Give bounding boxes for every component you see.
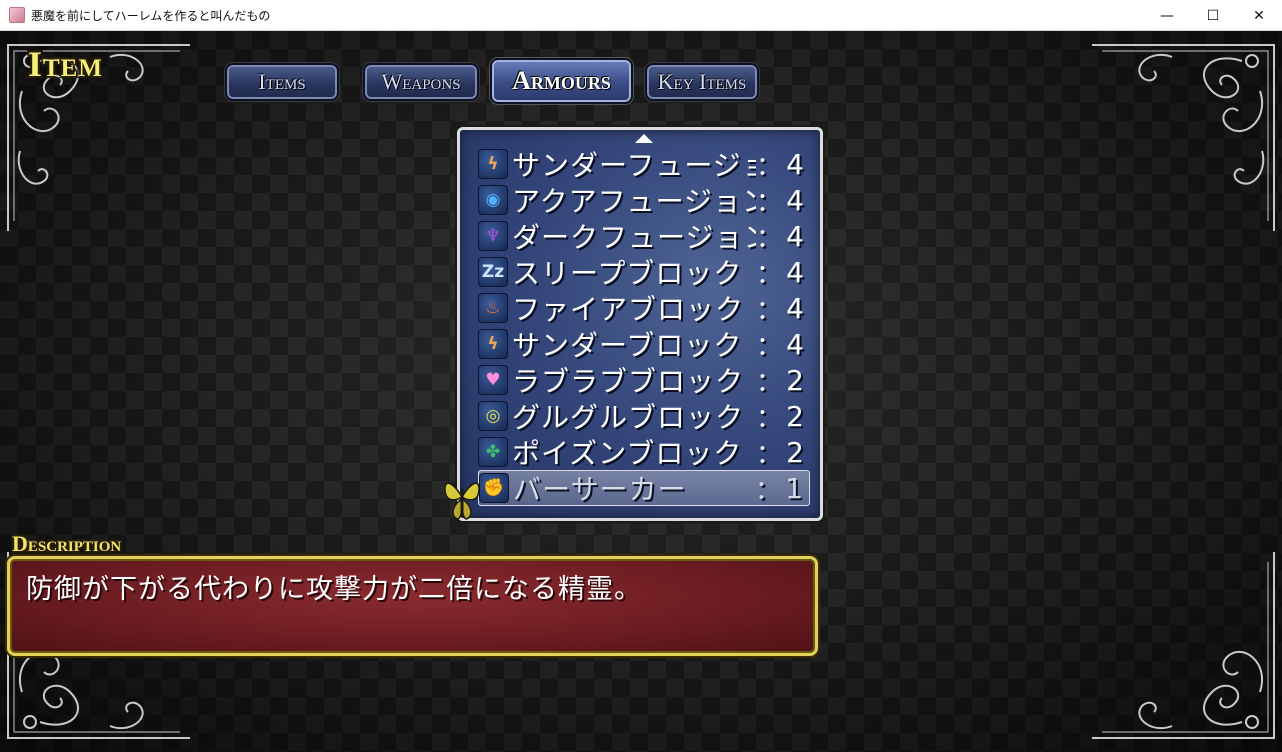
item-name: スリープブロック (512, 257, 743, 290)
item-row[interactable]: ✤ ポイズンブロック ： 2 (478, 434, 810, 470)
item-colon: ： (756, 331, 783, 362)
item-count: 4 (786, 147, 804, 181)
heart-icon: ♥ (478, 365, 508, 395)
corner-ornament-top-right-icon (1092, 44, 1275, 231)
item-row[interactable]: ϟ サンダーブロック ： 4 (478, 326, 810, 362)
window-controls: — ☐ ✕ (1144, 0, 1282, 31)
close-button[interactable]: ✕ (1236, 0, 1282, 31)
item-name: ラブラブブロック (512, 365, 745, 398)
water-icon: ◉ (478, 185, 508, 215)
description-window: 防御が下がる代わりに攻撃力が二倍になる精霊。 (7, 556, 818, 656)
thunder-icon: ϟ (478, 329, 508, 359)
item-count: 4 (786, 183, 804, 217)
item-count: 2 (786, 399, 804, 433)
item-colon: ： (756, 439, 783, 470)
item-name: サンダーブロック (512, 329, 743, 362)
description-text: 防御が下がる代わりに攻撃力が二倍になる精霊。 (26, 574, 642, 605)
item-list-window: ϟサンダーフュージョン：4◉アクアフュージョン：4♆ダークフュージョン：4Zzス… (457, 127, 823, 521)
fire-icon: ♨ (478, 293, 508, 323)
item-name: グルグルブロック (512, 401, 745, 434)
tab-items[interactable]: Items (225, 63, 339, 101)
game-screen: Item Items Weapons Armours Key Items ϟ サン… (0, 31, 1282, 752)
item-row[interactable]: ♆ ダークフュージョン： 4 (478, 218, 810, 254)
scene-title: Item (28, 44, 103, 84)
item-row[interactable]: ♨ ファイアブロック ： 4 (478, 290, 810, 326)
tab-armours[interactable]: Armours (490, 58, 633, 104)
item-name: バーサーカー (513, 473, 687, 506)
item-colon: ： (756, 367, 783, 398)
item-row[interactable]: ◉ アクアフュージョン： 4 (478, 182, 810, 218)
item-colon: ： (756, 187, 783, 218)
butterfly-cursor-icon (444, 482, 480, 520)
item-name: ファイアブロック (512, 293, 745, 326)
item-row[interactable]: ϟサンダーフュージョン：4 (478, 146, 810, 182)
item-row[interactable]: ◎ グルグルブロック ： 2 (478, 398, 810, 434)
spiral-icon: ◎ (478, 401, 508, 431)
sleep-icon: Zz (478, 257, 508, 287)
item-count: 2 (786, 363, 804, 397)
item-colon: ： (756, 259, 783, 290)
description-label: Description (12, 531, 122, 556)
app-icon (9, 7, 25, 23)
poison-icon: ✤ (478, 437, 508, 467)
item-colon: ： (755, 475, 782, 506)
thunder-icon: ϟ (478, 149, 508, 179)
corner-ornament-bottom-right-icon (1092, 552, 1275, 739)
tab-weapons[interactable]: Weapons (363, 63, 479, 101)
item-name: サンダーフュージョン (512, 149, 756, 182)
dark-icon: ♆ (478, 221, 508, 251)
minimize-button[interactable]: — (1144, 0, 1190, 31)
item-count: 4 (786, 219, 804, 253)
window-titlebar: 悪魔を前にしてハーレムを作ると叫んだもの — ☐ ✕ (0, 0, 1282, 31)
item-colon: ： (756, 223, 783, 254)
scroll-up-arrow-icon[interactable] (635, 134, 653, 143)
item-row[interactable]: Zz スリープブロック ： 4 (478, 254, 810, 290)
tab-key-items[interactable]: Key Items (645, 63, 759, 101)
window-title: 悪魔を前にしてハーレムを作ると叫んだもの (31, 8, 271, 23)
maximize-button[interactable]: ☐ (1190, 0, 1236, 31)
item-count: 2 (786, 435, 804, 469)
item-name: アクアフュージョン (512, 185, 756, 218)
item-colon: ： (756, 151, 783, 182)
item-count: 4 (786, 255, 804, 289)
item-colon: ： (756, 295, 783, 326)
item-colon: ： (756, 403, 783, 434)
item-row[interactable]: ♥ ラブラブブロック ： 2 (478, 362, 810, 398)
item-count: 4 (786, 327, 804, 361)
item-count: 4 (786, 291, 804, 325)
item-count: 1 (785, 471, 803, 505)
item-row[interactable]: ✊ バーサーカー： 1 (478, 470, 810, 506)
item-name: ポイズンブロック (512, 437, 743, 470)
item-name: ダークフュージョン (512, 221, 756, 254)
